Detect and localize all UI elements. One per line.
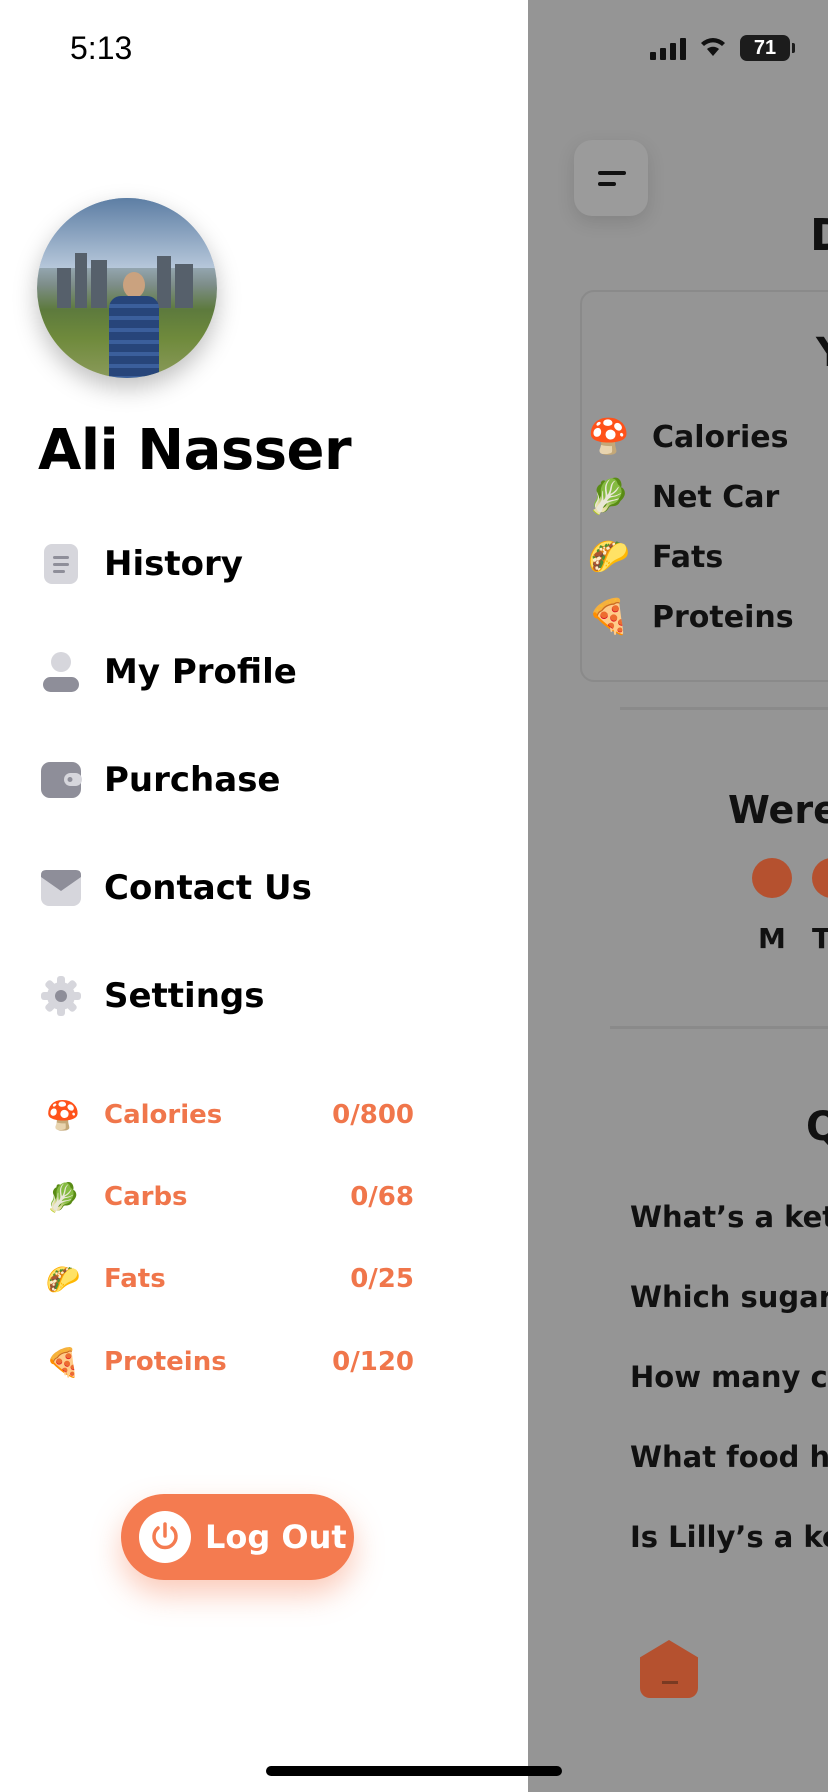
side-drawer: Ali Nasser History My Profile Purchase C… [0,0,528,1792]
avatar[interactable] [37,198,217,378]
bg-day-label: M [758,922,786,955]
vegetables-icon: 🥬 [587,477,631,517]
bg-question[interactable]: What food ha [630,1440,828,1474]
logout-button[interactable]: Log Out [121,1494,354,1580]
bg-day-dot[interactable] [752,858,792,898]
bg-question[interactable]: What’s a keto [630,1200,828,1234]
battery-icon: 71 [740,35,795,61]
bg-card-title: Y [816,330,828,376]
menu-button[interactable] [574,140,648,216]
bg-question[interactable]: Which sugar [630,1280,828,1314]
bg-nutrient-row: 🍄 Calories [578,412,789,462]
nav-item-purchase[interactable]: Purchase [38,750,438,810]
taco-icon: 🌮 [45,1262,81,1296]
stat-fats: 🌮 Fats 0/25 [38,1254,414,1304]
bg-nutrient-row: 🌮 Fats [578,532,723,582]
bg-divider [620,707,828,710]
bg-section-title: Were [728,788,828,832]
power-icon [139,1511,191,1563]
bg-day-dot[interactable] [812,858,828,898]
gear-icon [38,973,84,1019]
bg-day-label: T [812,922,828,955]
stat-proteins: 🍕 Proteins 0/120 [38,1337,414,1387]
pizza-icon: 🍕 [45,1345,81,1379]
background-app: D Y 🍄 Calories 🥬 Net Car 🌮 Fats 🍕 Protei… [528,0,828,1792]
nav-item-my-profile[interactable]: My Profile [38,642,438,702]
home-indicator[interactable] [266,1766,562,1776]
pizza-icon: 🍕 [587,597,631,637]
nav-item-contact-us[interactable]: Contact Us [38,858,438,918]
history-doc-icon [38,541,84,587]
mushroom-icon: 🍄 [45,1098,81,1132]
home-icon[interactable] [640,1640,698,1698]
bg-nutrient-row: 🍕 Proteins [578,592,794,642]
bg-divider [610,1026,828,1029]
stat-calories: 🍄 Calories 0/800 [38,1090,414,1140]
wallet-icon [38,757,84,803]
bg-faq-heading: Q [806,1104,828,1150]
bg-question[interactable]: Is Lilly’s a ket [630,1520,828,1554]
wifi-icon [698,34,728,62]
nav-item-settings[interactable]: Settings [38,966,438,1026]
bg-heading: D [810,210,828,261]
mushroom-icon: 🍄 [587,417,631,457]
user-name: Ali Nasser [38,418,352,483]
person-icon [38,649,84,695]
signal-icon [650,36,686,60]
nav-item-history[interactable]: History [38,534,438,594]
envelope-icon [38,865,84,911]
status-time: 5:13 [70,30,133,66]
vegetables-icon: 🥬 [45,1180,81,1214]
status-icons: 71 [650,34,795,62]
taco-icon: 🌮 [587,537,631,577]
bg-nutrient-row: 🥬 Net Car [578,472,779,522]
bg-question[interactable]: How many ca [630,1360,828,1394]
stat-carbs: 🥬 Carbs 0/68 [38,1172,414,1222]
